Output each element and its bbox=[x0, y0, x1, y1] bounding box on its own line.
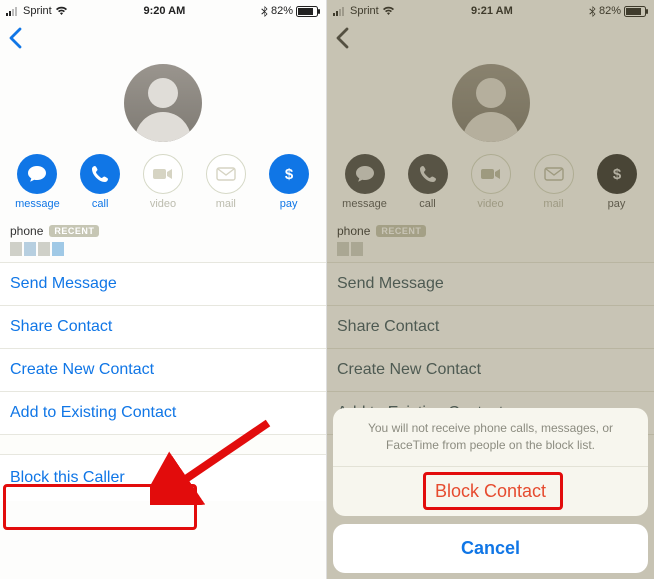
back-button[interactable] bbox=[8, 27, 22, 49]
battery-icon bbox=[296, 6, 320, 17]
battery-icon bbox=[624, 6, 648, 17]
svg-text:$: $ bbox=[284, 166, 293, 183]
right-screenshot: Sprint 9:21 AM 82% bbox=[327, 0, 654, 579]
action-sheet: You will not receive phone calls, messag… bbox=[333, 408, 648, 573]
phone-icon bbox=[408, 154, 448, 194]
avatar-area bbox=[327, 56, 654, 152]
pay-icon: $ bbox=[269, 154, 309, 194]
action-row: message call video mail bbox=[0, 152, 326, 218]
video-icon bbox=[143, 154, 183, 194]
clock-label: 9:20 AM bbox=[143, 5, 185, 17]
phone-number-blurred bbox=[10, 242, 70, 258]
action-video[interactable]: video bbox=[135, 154, 191, 210]
action-label: message bbox=[342, 198, 387, 210]
action-label: pay bbox=[608, 198, 626, 210]
create-new-contact-item[interactable]: Create New Contact bbox=[327, 349, 654, 392]
message-icon bbox=[345, 154, 385, 194]
cancel-button[interactable]: Cancel bbox=[333, 524, 648, 573]
phone-icon bbox=[80, 154, 120, 194]
action-video[interactable]: video bbox=[463, 154, 519, 210]
share-contact-item[interactable]: Share Contact bbox=[0, 306, 326, 349]
status-bar: Sprint 9:21 AM 82% bbox=[327, 0, 654, 20]
block-contact-button[interactable]: Block Contact bbox=[333, 467, 648, 516]
video-icon bbox=[471, 154, 511, 194]
wifi-icon bbox=[382, 6, 395, 16]
avatar-icon bbox=[452, 64, 530, 142]
signal-icon bbox=[333, 6, 347, 16]
action-label: call bbox=[92, 198, 109, 210]
battery-percent: 82% bbox=[271, 5, 293, 17]
back-button[interactable] bbox=[335, 27, 349, 49]
send-message-item[interactable]: Send Message bbox=[327, 263, 654, 306]
clock-label: 9:21 AM bbox=[471, 5, 513, 17]
action-pay[interactable]: $ pay bbox=[589, 154, 645, 210]
arrow-icon bbox=[150, 415, 280, 505]
share-contact-item[interactable]: Share Contact bbox=[327, 306, 654, 349]
action-label: video bbox=[477, 198, 503, 210]
action-pay[interactable]: $ pay bbox=[261, 154, 317, 210]
action-label: video bbox=[150, 198, 176, 210]
action-call[interactable]: call bbox=[400, 154, 456, 210]
action-label: pay bbox=[280, 198, 298, 210]
action-label: mail bbox=[216, 198, 236, 210]
nav-bar bbox=[327, 20, 654, 56]
action-mail[interactable]: mail bbox=[526, 154, 582, 210]
phone-label: phone bbox=[10, 224, 43, 238]
avatar-area bbox=[0, 56, 326, 152]
action-row: message call video mail bbox=[327, 152, 654, 218]
wifi-icon bbox=[55, 6, 68, 16]
action-message[interactable]: message bbox=[337, 154, 393, 210]
pay-icon: $ bbox=[597, 154, 637, 194]
status-bar: Sprint 9:20 AM 82% bbox=[0, 0, 326, 20]
avatar-icon bbox=[124, 64, 202, 142]
bluetooth-icon bbox=[589, 6, 596, 17]
phone-field[interactable]: phone RECENT bbox=[0, 218, 326, 263]
action-label: mail bbox=[543, 198, 563, 210]
send-message-item[interactable]: Send Message bbox=[0, 263, 326, 306]
sheet-message: You will not receive phone calls, messag… bbox=[333, 408, 648, 467]
carrier-label: Sprint bbox=[23, 5, 52, 17]
signal-icon bbox=[6, 6, 20, 16]
action-label: message bbox=[15, 198, 60, 210]
carrier-label: Sprint bbox=[350, 5, 379, 17]
svg-text:$: $ bbox=[612, 166, 621, 183]
battery-percent: 82% bbox=[599, 5, 621, 17]
action-label: call bbox=[419, 198, 436, 210]
phone-number-blurred bbox=[337, 242, 397, 258]
nav-bar bbox=[0, 20, 326, 56]
bluetooth-icon bbox=[261, 6, 268, 17]
recent-badge: RECENT bbox=[49, 225, 99, 237]
mail-icon bbox=[206, 154, 246, 194]
message-icon bbox=[17, 154, 57, 194]
left-screenshot: Sprint 9:20 AM 82% bbox=[0, 0, 327, 579]
phone-field[interactable]: phone RECENT bbox=[327, 218, 654, 263]
mail-icon bbox=[534, 154, 574, 194]
create-new-contact-item[interactable]: Create New Contact bbox=[0, 349, 326, 392]
action-call[interactable]: call bbox=[72, 154, 128, 210]
action-mail[interactable]: mail bbox=[198, 154, 254, 210]
action-message[interactable]: message bbox=[9, 154, 65, 210]
recent-badge: RECENT bbox=[376, 225, 426, 237]
phone-label: phone bbox=[337, 224, 370, 238]
